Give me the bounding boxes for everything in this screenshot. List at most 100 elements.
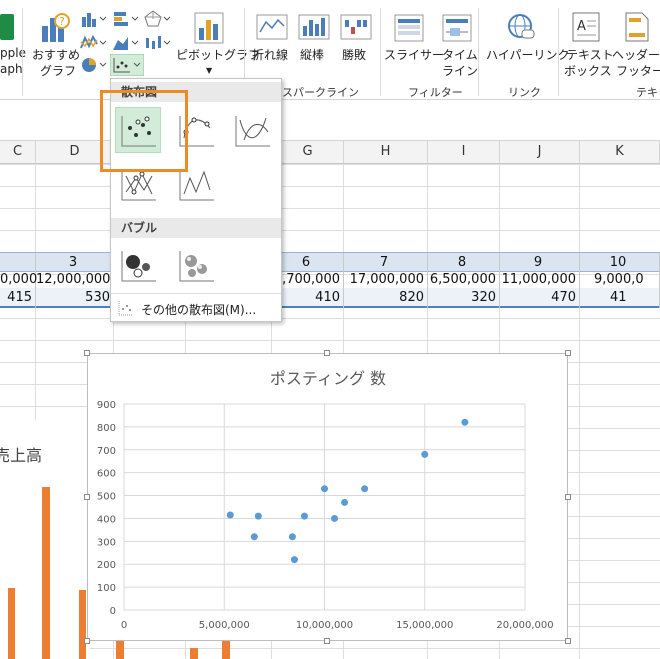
cell[interactable]: 41 (580, 288, 660, 308)
row-numbers: 3 6 7 8 9 10 (0, 252, 660, 273)
apple-graph-label-2[interactable]: aph (0, 62, 23, 76)
cell[interactable]: 6,700,000 (272, 270, 344, 290)
background-bar-chart[interactable]: 売上高 (0, 420, 90, 659)
svg-text:A: A (577, 19, 586, 34)
row-posts: 415 530 410 820 320 470 41 (0, 288, 660, 308)
y-tick-label: 200 (97, 560, 116, 571)
more-scatter-charts-label: その他の散布図(M)... (141, 303, 257, 317)
y-tick-label: 800 (97, 423, 116, 434)
x-tick-label: 15,000,000 (396, 620, 453, 631)
y-tick-label: 500 (97, 492, 116, 503)
bar (190, 648, 198, 659)
pie-chart-icon[interactable] (80, 56, 108, 74)
line-chart-icon[interactable] (80, 34, 108, 52)
radar-chart-icon[interactable] (144, 10, 172, 28)
cell[interactable]: 6,500,000 (428, 270, 500, 290)
slicer-label[interactable]: スライサー (384, 48, 444, 62)
pivot-chart-dropdown-arrow[interactable]: ▼ (206, 64, 212, 78)
cell[interactable]: 17,000,000 (344, 270, 428, 290)
sparkline-winloss-label[interactable]: 勝敗 (342, 48, 366, 62)
recommended-charts-icon[interactable]: ? (40, 12, 70, 44)
bubble-icon (121, 251, 156, 282)
bar (8, 588, 15, 659)
scatter-small-icon (118, 301, 133, 316)
column-header-j[interactable]: J (500, 141, 580, 163)
recommended-charts-label-1[interactable]: おすすめ (32, 48, 80, 62)
scatter-chart-button-icon[interactable] (110, 54, 144, 76)
data-point (331, 514, 339, 522)
column-header-bar: C D G H I J K (0, 140, 660, 164)
header-footer-label-1[interactable]: ヘッダーと (612, 48, 660, 62)
area-chart-icon[interactable] (112, 34, 140, 52)
data-point (421, 450, 429, 458)
timeline-icon[interactable] (442, 14, 472, 42)
pivot-chart-icon[interactable] (194, 12, 224, 44)
resize-handle[interactable] (324, 638, 330, 644)
cell[interactable]: 320 (428, 288, 500, 308)
group-link: リンク (508, 86, 541, 99)
cell[interactable]: 820 (344, 288, 428, 308)
hyperlink-icon[interactable] (506, 12, 536, 42)
sparkline-line-icon[interactable] (256, 14, 288, 40)
sparkline-column-label[interactable]: 縦棒 (300, 48, 324, 62)
cell[interactable]: 11,000,000 (500, 270, 580, 290)
column-header-c[interactable]: C (0, 141, 36, 163)
resize-handle[interactable] (84, 494, 90, 500)
column-header-h[interactable]: H (344, 141, 428, 163)
sparkline-column-icon[interactable] (298, 14, 330, 40)
bar (222, 641, 230, 659)
column-chart-icon[interactable] (80, 10, 108, 28)
column-header-k[interactable]: K (580, 141, 660, 163)
textbox-label-1[interactable]: テキスト (566, 48, 614, 62)
bar-chart-icon[interactable] (112, 10, 140, 28)
cell[interactable]: 530 (36, 288, 114, 308)
data-point (226, 511, 234, 519)
resize-handle[interactable] (565, 350, 571, 356)
bubble-option[interactable] (115, 242, 161, 288)
background-chart-title: 売上高 (0, 446, 43, 465)
scatter-smooth-lines-option[interactable] (229, 107, 275, 153)
pivot-chart-label[interactable]: ピボットグラフ (176, 48, 260, 62)
hyperlink-label[interactable]: ハイパーリンク (486, 48, 570, 62)
scatter-smooth-lines-icon (235, 116, 270, 147)
data-point (288, 533, 296, 541)
textbox-label-2[interactable]: ボックス (564, 64, 612, 78)
cell[interactable]: 470 (500, 288, 580, 308)
y-tick-label: 600 (97, 469, 116, 480)
column-header-g[interactable]: G (272, 141, 344, 163)
x-tick-label: 0 (121, 620, 127, 631)
group-text: テキ (636, 86, 658, 99)
y-tick-label: 300 (97, 537, 116, 548)
resize-handle[interactable] (84, 350, 90, 356)
apple-graph-icon[interactable] (0, 14, 14, 40)
header-footer-label-2[interactable]: フッター (616, 64, 660, 78)
slicer-icon[interactable] (394, 14, 424, 42)
resize-handle[interactable] (565, 638, 571, 644)
cell[interactable]: 12,000,000 (36, 270, 114, 290)
data-point (290, 556, 298, 564)
more-scatter-charts-item[interactable]: その他の散布図(M)... (115, 297, 279, 319)
cell[interactable]: 0,000 (0, 270, 37, 290)
header-footer-icon[interactable] (624, 12, 650, 42)
timeline-label-1[interactable]: タイム (442, 48, 478, 62)
chart-title: ポスティング 数 (270, 369, 386, 388)
bar (42, 487, 50, 659)
column-header-i[interactable]: I (428, 141, 500, 163)
scatter-chart[interactable]: ポスティング 数 0 100 200 300 400 500 600 700 800 900 0 5,… (87, 353, 568, 641)
bubble-3d-option[interactable] (173, 242, 219, 288)
resize-handle[interactable] (324, 350, 330, 356)
y-tick-label: 0 (110, 606, 116, 617)
sparkline-winloss-icon[interactable] (340, 14, 372, 40)
cell[interactable]: 415 (0, 288, 36, 308)
cell[interactable]: 9,000,0 (580, 270, 660, 290)
cell[interactable]: 410 (272, 288, 344, 308)
sparkline-line-label[interactable]: 折れ線 (252, 48, 288, 62)
data-point (254, 512, 262, 520)
recommended-charts-label-2[interactable]: グラフ (40, 64, 76, 78)
timeline-label-2[interactable]: ライン (442, 64, 478, 78)
resize-handle[interactable] (565, 494, 571, 500)
resize-handle[interactable] (84, 638, 90, 644)
stock-chart-icon[interactable] (144, 34, 172, 52)
row-sales: 0,000 12,000,000 6,700,000 17,000,000 6,… (0, 270, 660, 290)
textbox-icon[interactable]: A (572, 12, 600, 42)
